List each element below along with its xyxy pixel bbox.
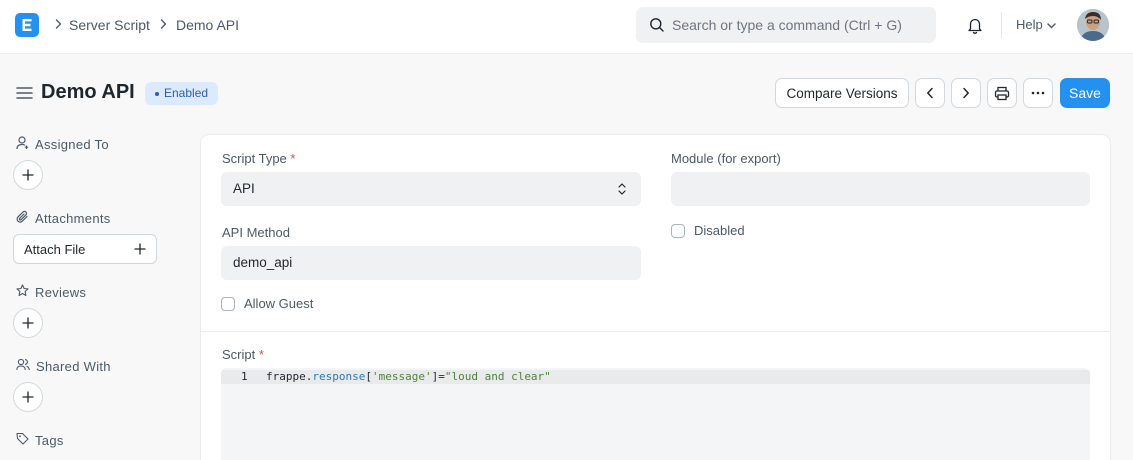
navbar: Server Script Demo API Help <box>0 0 1133 54</box>
required-mark: * <box>258 347 264 362</box>
api-method-label: API Method <box>222 225 290 240</box>
module-label: Module (for export) <box>671 151 781 166</box>
allow-guest-label: Allow Guest <box>244 296 314 311</box>
add-share-button[interactable] <box>13 382 43 412</box>
tags-label: Tags <box>16 432 64 448</box>
navbar-divider <box>1001 12 1002 38</box>
save-button[interactable]: Save <box>1060 78 1110 108</box>
app-logo[interactable] <box>15 13 39 37</box>
attachments-label: Attachments <box>16 210 111 227</box>
status-text: Enabled <box>164 86 209 100</box>
breadcrumb-server-script[interactable]: Server Script <box>69 16 150 34</box>
assigned-to-label: Assigned To <box>16 136 109 153</box>
plus-icon <box>22 317 34 329</box>
search-input[interactable] <box>672 7 930 43</box>
module-input[interactable] <box>671 172 1090 206</box>
logo-e-icon <box>22 19 32 31</box>
printer-icon <box>994 86 1010 100</box>
plus-icon <box>134 243 146 255</box>
plus-icon <box>22 391 34 403</box>
tag-icon <box>16 432 29 448</box>
reviews-label: Reviews <box>16 284 86 300</box>
code-text: frappe.response['message']="loud and cle… <box>266 370 551 383</box>
status-dot <box>155 91 159 96</box>
users-icon <box>16 358 30 374</box>
required-mark: * <box>290 151 296 166</box>
notification-bell-icon[interactable] <box>966 16 984 37</box>
user-avatar[interactable] <box>1077 9 1109 41</box>
add-review-button[interactable] <box>13 308 43 338</box>
code-line: 1 frappe.response['message']="loud and c… <box>221 370 1090 384</box>
script-type-select[interactable]: API <box>221 172 641 206</box>
chevron-right-icon <box>53 16 63 32</box>
breadcrumb-demo-api[interactable]: Demo API <box>176 16 239 34</box>
hamburger-menu-icon[interactable] <box>16 86 33 103</box>
script-type-value: API <box>233 181 255 196</box>
ellipsis-icon <box>1031 91 1045 95</box>
compare-versions-button[interactable]: Compare Versions <box>775 78 909 108</box>
shared-with-label: Shared With <box>16 358 111 374</box>
add-assignee-button[interactable] <box>13 160 43 190</box>
status-badge: Enabled <box>145 82 219 105</box>
section-divider <box>201 331 1110 332</box>
help-label: Help <box>1016 17 1043 32</box>
page-title: Demo API <box>41 81 135 103</box>
api-method-input[interactable]: demo_api <box>221 246 641 280</box>
chevron-left-icon <box>927 87 933 99</box>
form-card: Script Type * API Module (for export) AP… <box>200 134 1111 460</box>
disabled-checkbox-row[interactable]: Disabled <box>671 223 745 238</box>
more-actions-button[interactable] <box>1023 78 1053 108</box>
disabled-checkbox[interactable] <box>671 223 685 238</box>
attach-file-label: Attach File <box>24 241 86 257</box>
search-icon <box>649 17 665 36</box>
chevron-right-icon <box>963 87 969 99</box>
script-type-label: Script Type * <box>222 151 296 166</box>
attach-file-button[interactable]: Attach File <box>13 234 157 264</box>
star-icon <box>16 284 29 300</box>
chevron-down-icon <box>1047 16 1056 34</box>
user-icon <box>16 136 29 153</box>
help-dropdown[interactable]: Help <box>1016 16 1056 34</box>
chevron-right-icon <box>158 16 168 32</box>
select-arrows-icon <box>618 182 626 196</box>
search-bar[interactable] <box>636 7 936 43</box>
paperclip-icon <box>16 210 29 227</box>
line-number: 1 <box>241 370 248 383</box>
print-button[interactable] <box>987 78 1017 108</box>
plus-icon <box>22 169 34 181</box>
allow-guest-checkbox[interactable] <box>221 296 235 311</box>
code-editor[interactable]: 1 frappe.response['message']="loud and c… <box>221 368 1090 460</box>
disabled-label: Disabled <box>694 223 745 238</box>
script-label: Script * <box>222 347 264 362</box>
previous-doc-button[interactable] <box>915 78 945 108</box>
allow-guest-checkbox-row[interactable]: Allow Guest <box>221 296 313 311</box>
next-doc-button[interactable] <box>951 78 981 108</box>
